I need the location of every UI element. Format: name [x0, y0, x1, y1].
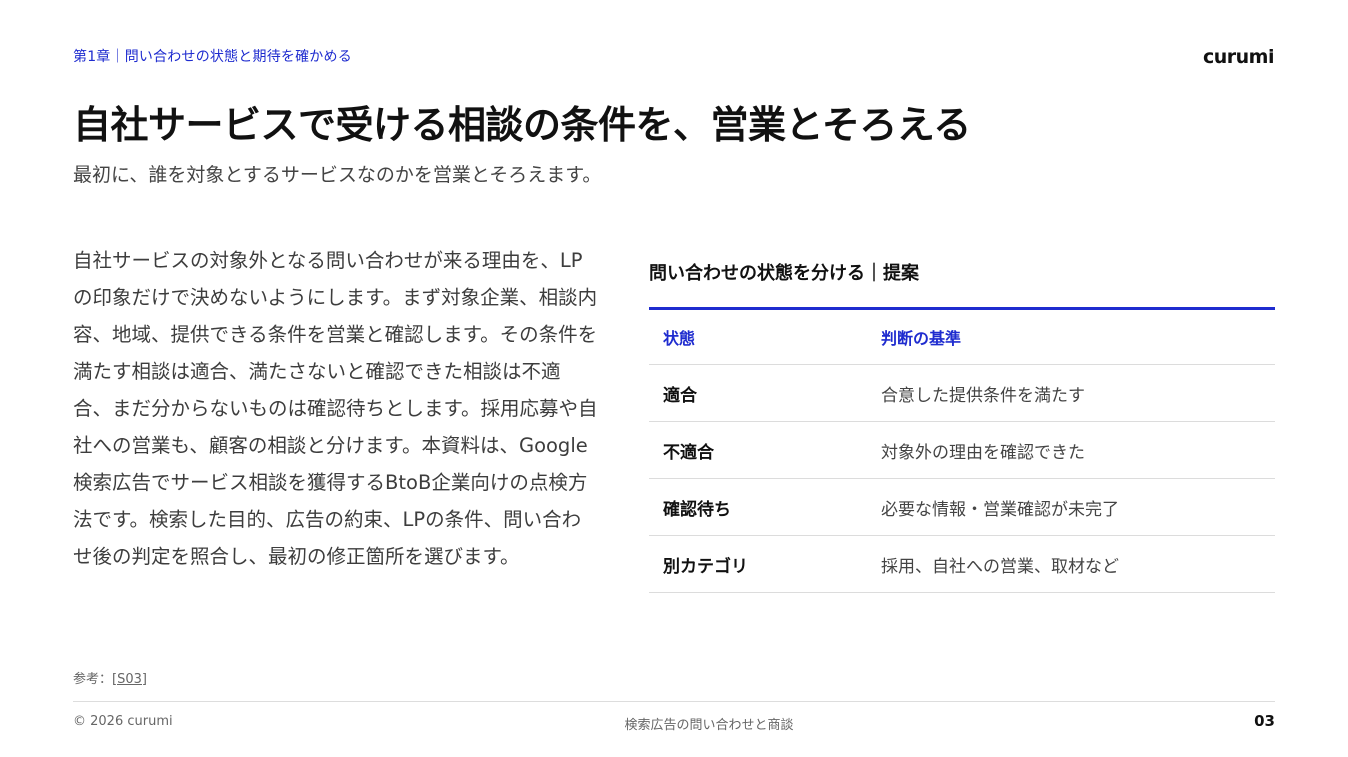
table-row: 別カテゴリ 採用、自社への営業、取材など: [649, 535, 1275, 593]
page-title: 自社サービスで受ける相談の条件を、営業とそろえる: [73, 103, 971, 147]
header-criteria: 判断の基準: [867, 308, 1275, 365]
row-state: 別カテゴリ: [649, 535, 867, 593]
page-number: 03: [1254, 712, 1275, 730]
header-state: 状態: [649, 308, 867, 365]
row-state: 確認待ち: [649, 478, 867, 536]
status-table-section: 問い合わせの状態を分ける｜提案 状態 判断の基準 適合 合意した提供条件を満たす…: [649, 260, 1275, 593]
page-subtitle: 最初に、誰を対象とするサービスなのかを営業とそろえます。: [73, 164, 602, 186]
footer-section-title: 検索広告の問い合わせと商談: [624, 718, 794, 733]
slide: 第1章｜問い合わせの状態と期待を確かめる curumi 自社サービスで受ける相談…: [0, 0, 1348, 757]
chapter-label: 第1章｜問い合わせの状態と期待を確かめる: [73, 49, 352, 65]
footer-divider: [73, 701, 1275, 702]
row-state: 適合: [649, 364, 867, 422]
status-table: 状態 判断の基準 適合 合意した提供条件を満たす 不適合 対象外の理由を確認でき…: [649, 307, 1275, 593]
row-criteria: 対象外の理由を確認できた: [867, 421, 1275, 479]
table-row: 不適合 対象外の理由を確認できた: [649, 421, 1275, 479]
body-paragraph: 自社サービスの対象外となる問い合わせが来る理由を、LPの印象だけで決めないように…: [73, 249, 598, 568]
table-row: 確認待ち 必要な情報・営業確認が未完了: [649, 478, 1275, 536]
table-title: 問い合わせの状態を分ける｜提案: [649, 263, 919, 284]
row-criteria: 合意した提供条件を満たす: [867, 364, 1275, 422]
table-header-row: 状態 判断の基準: [649, 308, 1275, 365]
table-row: 適合 合意した提供条件を満たす: [649, 364, 1275, 422]
row-state: 不適合: [649, 421, 867, 479]
row-criteria: 必要な情報・営業確認が未完了: [867, 478, 1275, 536]
row-criteria: 採用、自社への営業、取材など: [867, 535, 1275, 593]
brand-logo: curumi: [1203, 46, 1275, 68]
reference-note: 参考：[S03]: [73, 668, 147, 687]
reference-label: 参考：: [73, 672, 113, 687]
reference-link[interactable]: [S03]: [112, 672, 147, 687]
